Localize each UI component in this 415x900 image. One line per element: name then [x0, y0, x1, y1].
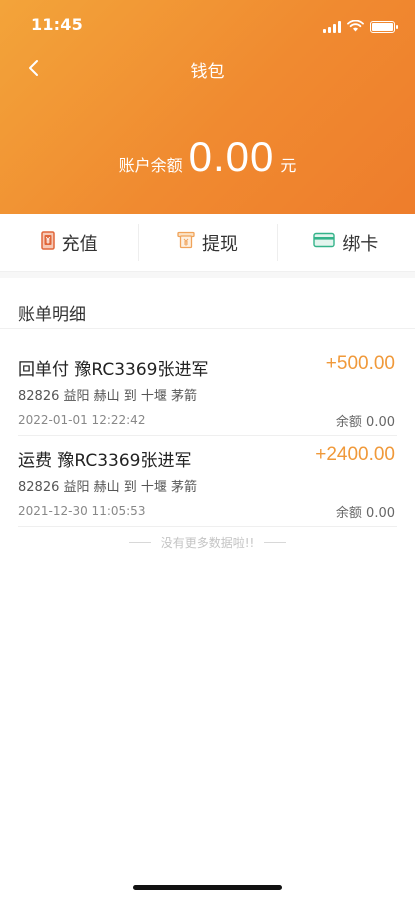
wallet-header: 11:45 钱包 账户余额 0.00 元 — [0, 0, 415, 214]
section-title: 账单明细 — [18, 305, 86, 325]
nav-bar: 钱包 — [0, 48, 415, 88]
divider — [128, 542, 151, 543]
withdraw-label: 提现 — [201, 233, 238, 255]
balance-unit: 元 — [280, 156, 297, 175]
balance-amount: 0.00 — [188, 133, 275, 180]
balance-display: 账户余额 0.00 元 — [0, 133, 415, 181]
no-more-data: 没有更多数据啦!! — [0, 534, 415, 551]
recharge-label: 充值 — [61, 233, 98, 255]
page-title: 钱包 — [190, 62, 225, 82]
bind-card-label: 绑卡 — [342, 233, 379, 255]
divider — [0, 328, 415, 329]
recharge-button[interactable]: 充值 — [0, 214, 138, 271]
divider — [0, 272, 415, 278]
bill-balance: 余额 0.00 — [335, 415, 395, 430]
recharge-icon — [40, 230, 55, 255]
status-time: 11:45 — [31, 15, 83, 34]
bill-title: 运费 豫RC3369张进军 — [18, 451, 192, 471]
status-icons — [323, 17, 398, 36]
bill-balance: 余额 0.00 — [335, 506, 395, 521]
signal-icon — [323, 20, 341, 33]
status-bar: 11:45 — [0, 0, 415, 48]
wifi-icon — [347, 17, 364, 36]
wallet-actions: 充值 提现 绑卡 — [0, 214, 415, 272]
bill-title: 回单付 豫RC3369张进军 — [18, 360, 209, 380]
withdraw-icon — [177, 231, 195, 254]
home-indicator[interactable] — [133, 885, 282, 890]
bill-route: 82826 益阳 赫山 到 十堰 茅箭 — [18, 480, 198, 495]
bill-route: 82826 益阳 赫山 到 十堰 茅箭 — [18, 389, 198, 404]
bill-item[interactable]: 运费 豫RC3369张进军 +2400.00 82826 益阳 赫山 到 十堰 … — [18, 436, 397, 527]
withdraw-button[interactable]: 提现 — [138, 214, 276, 271]
card-icon — [313, 232, 336, 253]
bill-amount: +500.00 — [325, 353, 395, 374]
bind-card-button[interactable]: 绑卡 — [276, 214, 415, 271]
bill-time: 2021-12-30 11:05:53 — [18, 504, 146, 518]
bill-list: 回单付 豫RC3369张进军 +500.00 82826 益阳 赫山 到 十堰 … — [0, 345, 415, 527]
balance-label: 账户余额 — [118, 156, 183, 175]
bill-amount: +2400.00 — [315, 444, 395, 465]
bill-item[interactable]: 回单付 豫RC3369张进军 +500.00 82826 益阳 赫山 到 十堰 … — [18, 345, 397, 436]
battery-icon — [370, 20, 398, 33]
divider — [264, 542, 287, 543]
no-more-text: 没有更多数据啦!! — [160, 536, 255, 550]
bill-time: 2022-01-01 12:22:42 — [18, 413, 146, 427]
